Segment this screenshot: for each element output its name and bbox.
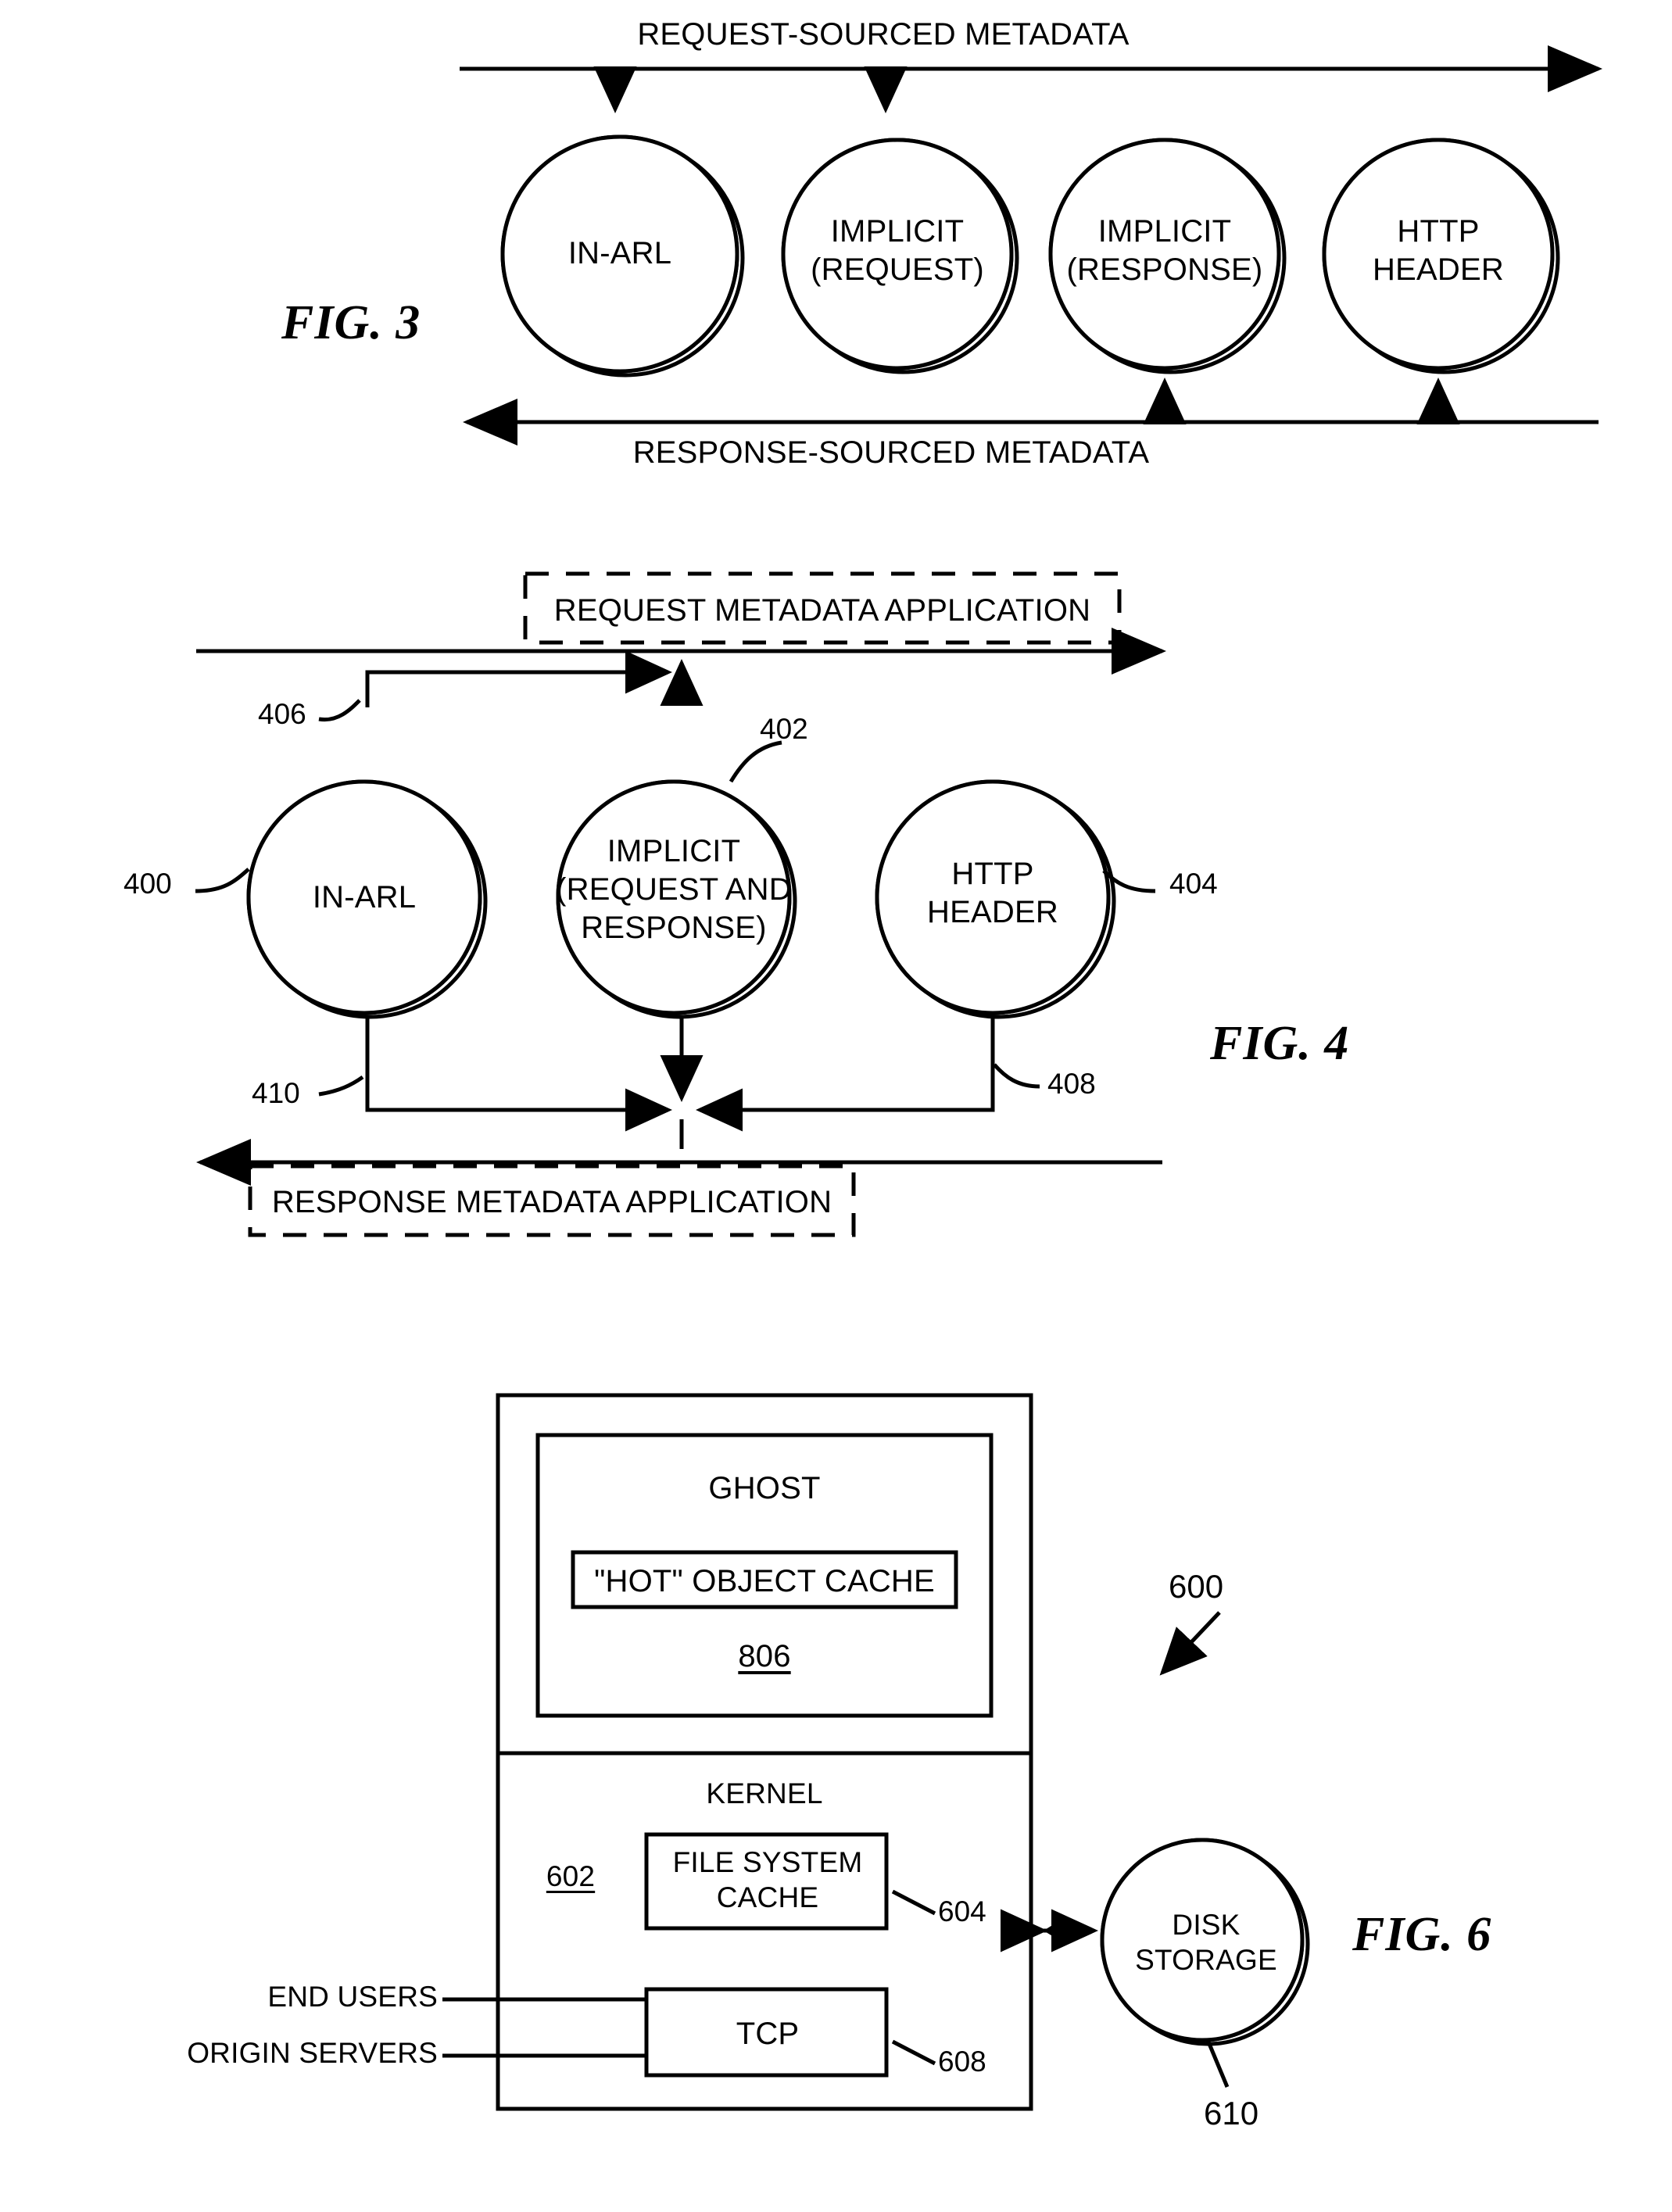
fig3-implicit-response-line2: (RESPONSE) bbox=[1066, 252, 1263, 287]
fig6-hot-object-cache-label: "HOT" OBJECT CACHE bbox=[594, 1564, 935, 1598]
fig6-hot-object-cache-ref: 806 bbox=[738, 1639, 791, 1673]
fig4-implicit-line3: RESPONSE) bbox=[581, 910, 767, 945]
fig4-node-in-arl-label: IN-ARL bbox=[312, 880, 417, 915]
fig4-ref-400: 400 bbox=[124, 868, 172, 900]
fig6-ref-610: 610 bbox=[1204, 2095, 1259, 2131]
fig4-ref-402: 402 bbox=[760, 713, 808, 745]
fig4-node-http-header-label: HTTP HEADER bbox=[875, 855, 1110, 932]
fig4-http-header-line2: HEADER bbox=[927, 894, 1058, 929]
fig3-implicit-response-line1: IMPLICIT bbox=[1097, 214, 1232, 249]
fig3-http-header-line2: HEADER bbox=[1373, 252, 1504, 287]
fig6-ghost-title: GHOST bbox=[708, 1471, 821, 1505]
fig3-node-http-header-label: HTTP HEADER bbox=[1321, 213, 1556, 289]
fig6-ref-600: 600 bbox=[1169, 1568, 1224, 1605]
fig4-implicit-line2: (REQUEST AND bbox=[556, 872, 792, 907]
fig6-fsc-line2: CACHE bbox=[716, 1881, 819, 1914]
fig3-node-implicit-request-label: IMPLICIT (REQUEST) bbox=[780, 213, 1015, 289]
fig3-implicit-request-line2: (REQUEST) bbox=[811, 252, 984, 287]
fig3-node-in-arl-label: IN-ARL bbox=[567, 236, 672, 270]
fig3-http-header-line1: HTTP bbox=[1397, 214, 1480, 249]
fig3-node-implicit-response-label: IMPLICIT (RESPONSE) bbox=[1047, 213, 1282, 289]
fig4-request-metadata-application-label: REQUEST METADATA APPLICATION bbox=[553, 593, 1091, 628]
fig6-end-users-label: END USERS bbox=[267, 1981, 438, 2013]
fig6-origin-servers-label: ORIGIN SERVERS bbox=[187, 2037, 438, 2069]
fig4-node-implicit-label: IMPLICIT (REQUEST AND RESPONSE) bbox=[541, 832, 807, 947]
fig6-ref-604: 604 bbox=[938, 1895, 986, 1927]
fig6-figure-label: FIG. 6 bbox=[1352, 1908, 1492, 1961]
fig6-kernel-title: KERNEL bbox=[706, 1777, 823, 1809]
fig3-figure-label: FIG. 3 bbox=[281, 296, 421, 349]
fig4-implicit-line1: IMPLICIT bbox=[607, 834, 741, 868]
fig4-response-metadata-application-label: RESPONSE METADATA APPLICATION bbox=[271, 1185, 832, 1219]
patent-figure-sheet: REQUEST-SOURCED METADATA FIG. 3 IN-ARL I… bbox=[0, 0, 1672, 2212]
fig6-tcp-label: TCP bbox=[736, 2017, 800, 2051]
fig3-bottom-arrow-label: RESPONSE-SOURCED METADATA bbox=[632, 435, 1150, 470]
fig6-file-system-cache-label: FILE SYSTEM CACHE bbox=[650, 1845, 885, 1915]
fig4-http-header-line1: HTTP bbox=[951, 857, 1034, 891]
fig6-disk-line1: DISK bbox=[1172, 1909, 1241, 1941]
fig6-fsc-line1: FILE SYSTEM bbox=[672, 1846, 863, 1878]
fig4-ref-410: 410 bbox=[252, 1077, 300, 1109]
fig4-ref-406: 406 bbox=[258, 698, 306, 730]
fig6-disk-storage-label: DISK STORAGE bbox=[1101, 1907, 1312, 1978]
fig6-disk-line2: STORAGE bbox=[1135, 1944, 1277, 1977]
fig3-implicit-request-line1: IMPLICIT bbox=[830, 214, 965, 249]
fig6-kernel-ref: 602 bbox=[546, 1860, 596, 1892]
fig6-ref-608: 608 bbox=[938, 2046, 986, 2078]
fig4-figure-label: FIG. 4 bbox=[1210, 1017, 1350, 1070]
fig4-ref-404: 404 bbox=[1169, 868, 1218, 900]
fig4-ref-408: 408 bbox=[1047, 1068, 1096, 1100]
fig3-top-arrow-label: REQUEST-SOURCED METADATA bbox=[637, 17, 1130, 52]
